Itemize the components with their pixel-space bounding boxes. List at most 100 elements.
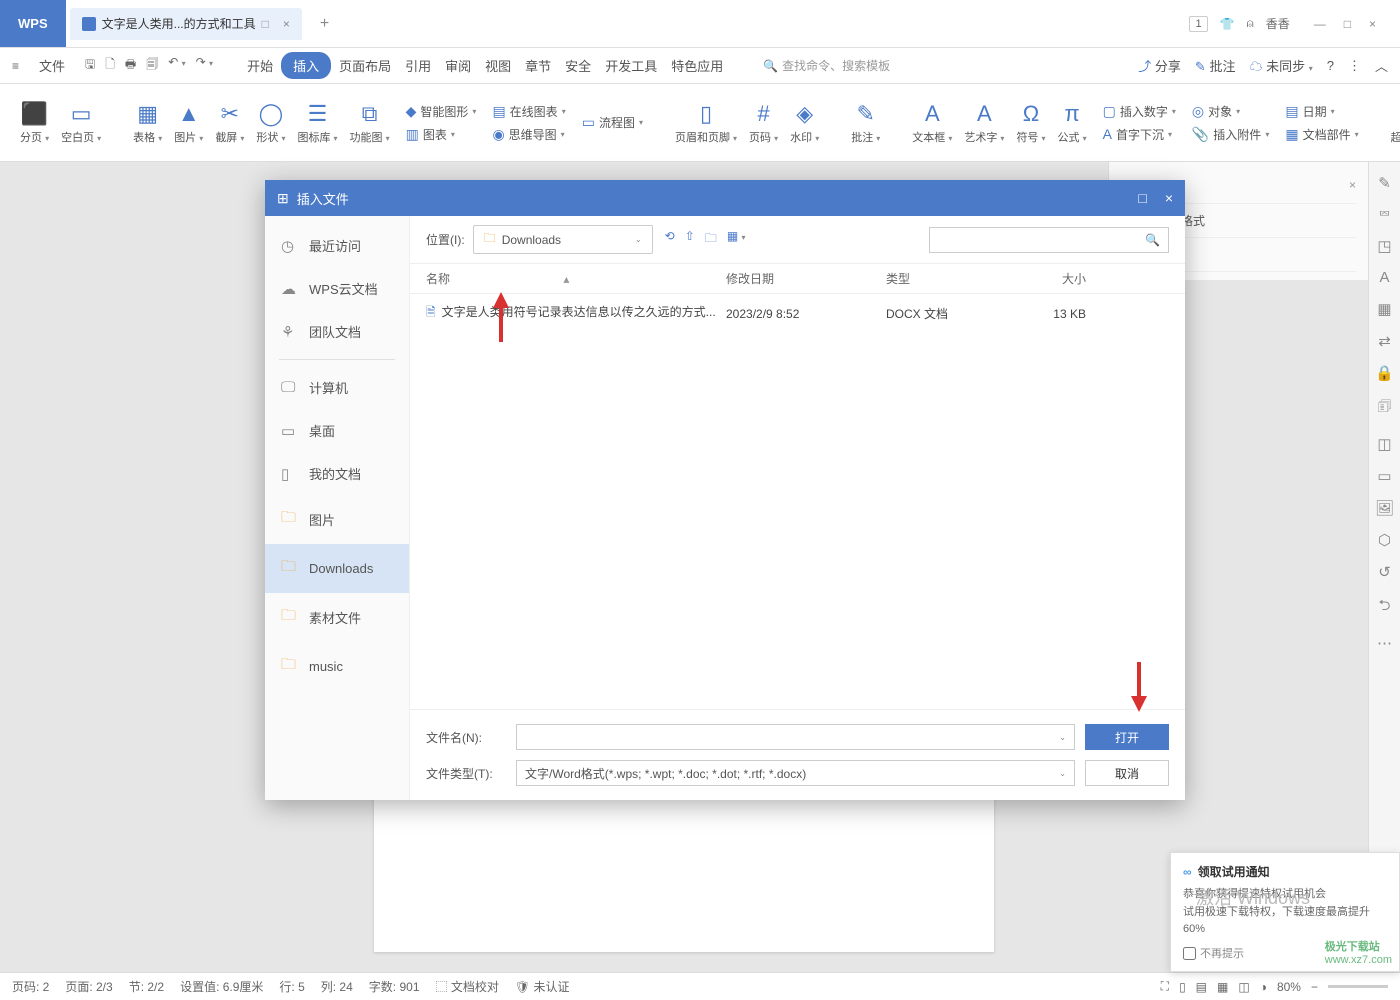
menu-file[interactable]: 文件 (33, 52, 71, 79)
menu-插入[interactable]: 插入 (281, 52, 331, 79)
maximize-button[interactable]: □ (1344, 17, 1351, 31)
back-icon[interactable]: ⟲ (665, 229, 675, 250)
up-icon[interactable]: ⇧ (685, 229, 695, 250)
view-web-icon[interactable]: ▦ (1217, 980, 1228, 994)
ribbon-艺术字[interactable]: A艺术字 ▾ (958, 101, 1010, 145)
ribbon-水印[interactable]: ◈水印 ▾ (784, 101, 825, 145)
sidebar-item-团队文档[interactable]: ⚘团队文档 (265, 310, 409, 353)
menu-引用[interactable]: 引用 (399, 52, 437, 79)
zoom-out-icon[interactable]: − (1311, 980, 1318, 994)
comment-button[interactable]: ✎ 批注 (1195, 56, 1236, 75)
cut-icon[interactable]: 🗐 (146, 55, 158, 76)
ribbon-流程图[interactable]: ▭流程图 ▾ (582, 114, 643, 131)
ribbon-对象[interactable]: ◎对象 ▾ (1192, 103, 1269, 120)
ribbon-图表[interactable]: ▥图表 ▾ (406, 126, 477, 143)
status-pageno[interactable]: 页码: 2 (12, 978, 49, 995)
rail-icon[interactable]: 🔒 (1375, 364, 1394, 382)
ribbon-表格[interactable]: ▦表格 ▾ (127, 101, 168, 145)
ribbon-批注[interactable]: ✎批注 ▾ (845, 101, 886, 145)
undo-icon[interactable]: ↶ ▾ (168, 55, 185, 76)
sidebar-item-WPS云文档[interactable]: ☁WPS云文档 (265, 267, 409, 310)
sidebar-item-计算机[interactable]: 🖵计算机 (265, 366, 409, 409)
filename-input[interactable]: ⌄ (516, 724, 1075, 750)
print-preview-icon[interactable]: 🗋 (105, 55, 115, 76)
open-button[interactable]: 打开 (1085, 724, 1169, 750)
sidebar-item-素材文件[interactable]: 🗀素材文件 (265, 593, 409, 642)
status-section[interactable]: 节: 2/2 (129, 978, 164, 995)
view-fullscreen-icon[interactable]: ⛶ (1161, 979, 1169, 994)
sidebar-item-最近访问[interactable]: ◷最近访问 (265, 224, 409, 267)
user-name[interactable]: 香香 (1266, 15, 1290, 32)
ribbon-插入数字[interactable]: ▢插入数字 ▾ (1103, 103, 1176, 120)
document-tab[interactable]: 文字是人类用...的方式和工具 □ × (70, 8, 302, 40)
menu-特色应用[interactable]: 特色应用 (665, 52, 729, 79)
redo-icon[interactable]: ↷ ▾ (196, 55, 213, 76)
dialog-maximize-icon[interactable]: □ (1138, 190, 1146, 206)
filetype-combo[interactable]: 文字/Word格式(*.wps; *.wpt; *.doc; *.dot; *.… (516, 760, 1075, 786)
header-size[interactable]: 大小 (1016, 270, 1086, 287)
new-folder-icon[interactable]: 🗀 (705, 229, 717, 250)
panel-close-icon[interactable]: × (1349, 178, 1356, 192)
minimize-button[interactable]: — (1314, 17, 1326, 31)
share-button[interactable]: ⤴ 分享 (1138, 56, 1181, 75)
location-combo[interactable]: 🗀 Downloads ⌄ (473, 225, 653, 254)
zoom-level[interactable]: 80% (1277, 980, 1301, 994)
rail-icon[interactable]: 🖼 (1375, 499, 1394, 517)
rail-icon[interactable]: ▭ (1377, 467, 1391, 485)
save-icon[interactable]: 🖫 (85, 55, 95, 76)
dialog-search-input[interactable]: 🔍 (929, 227, 1169, 253)
sidebar-item-桌面[interactable]: ▭桌面 (265, 409, 409, 452)
print-icon[interactable]: 🖶 (125, 55, 136, 76)
rail-icon[interactable]: ◫ (1377, 435, 1391, 453)
wps-logo[interactable]: WPS (0, 0, 66, 47)
rail-icon[interactable]: ▦ (1377, 300, 1391, 318)
ribbon-在线图表[interactable]: ▤在线图表 ▾ (492, 103, 565, 120)
view-outline-icon[interactable]: ◫ (1238, 980, 1249, 994)
more-icon[interactable]: ⋮ (1348, 58, 1361, 74)
rail-icon[interactable]: ◳ (1377, 237, 1391, 255)
rail-icon[interactable]: ⮌ (1378, 595, 1390, 620)
collapse-ribbon-icon[interactable]: ︿ (1375, 56, 1388, 75)
ribbon-插入附件[interactable]: 📎插入附件 ▾ (1192, 126, 1269, 143)
status-auth[interactable]: 🛡 未认证 (515, 978, 570, 995)
sidebar-item-music[interactable]: 🗀music (265, 642, 409, 691)
rail-icon[interactable]: ⇄ (1378, 332, 1391, 350)
rail-icon[interactable]: ⋯ (1377, 634, 1392, 652)
zoom-slider[interactable] (1328, 985, 1388, 988)
ribbon-思维导图[interactable]: ◉思维导图 ▾ (492, 126, 565, 143)
ribbon-空白页[interactable]: ▭空白页 ▾ (55, 101, 107, 145)
rail-icon[interactable]: ✎ (1378, 174, 1391, 192)
status-proof[interactable]: ⬚ 文档校对 (436, 978, 499, 995)
rail-icon[interactable]: ⮹ (1378, 206, 1390, 223)
view-mode-icon[interactable]: ◑ (1260, 980, 1267, 994)
ribbon-hyperlink[interactable]: ∞ 超链接 (1385, 101, 1400, 145)
sidebar-item-Downloads[interactable]: 🗀Downloads (265, 544, 409, 593)
menu-安全[interactable]: 安全 (559, 52, 597, 79)
menu-页面布局[interactable]: 页面布局 (333, 52, 397, 79)
file-row[interactable]: 🗎文字是人类用符号记录表达信息以传之久远的方式...2023/2/9 8:52D… (426, 298, 1169, 329)
rail-icon[interactable]: ⬡ (1378, 531, 1391, 549)
ribbon-截屏[interactable]: ✂截屏 ▾ (209, 101, 250, 145)
ribbon-日期[interactable]: ▤日期 ▾ (1285, 103, 1358, 120)
ribbon-文档部件[interactable]: ▦文档部件 ▾ (1285, 126, 1358, 143)
menu-视图[interactable]: 视图 (479, 52, 517, 79)
ribbon-公式[interactable]: π公式 ▾ (1052, 101, 1093, 145)
header-name[interactable]: 名称 ▴ (426, 270, 726, 287)
view-print-icon[interactable]: ▯ (1179, 980, 1186, 994)
dialog-close-icon[interactable]: × (1165, 190, 1173, 206)
command-search[interactable]: 🔍 查找命令、搜索模板 (763, 57, 890, 74)
ribbon-图片[interactable]: ▲图片 ▾ (168, 101, 209, 145)
sync-button[interactable]: ☁ 未同步 ▾ (1249, 56, 1312, 75)
ribbon-图标库[interactable]: ☰图标库 ▾ (291, 101, 343, 145)
tab-close-icon[interactable]: × (283, 17, 290, 31)
view-icon[interactable]: ▦ ▾ (727, 229, 746, 250)
ribbon-形状[interactable]: ◯形状 ▾ (250, 101, 291, 145)
menu-审阅[interactable]: 审阅 (439, 52, 477, 79)
close-button[interactable]: × (1369, 17, 1376, 31)
ribbon-分页[interactable]: ⬛分页 ▾ (14, 101, 55, 145)
status-words[interactable]: 字数: 901 (369, 978, 420, 995)
view-read-icon[interactable]: ▤ (1196, 980, 1207, 994)
ribbon-符号[interactable]: Ω符号 ▾ (1010, 101, 1051, 145)
ribbon-智能图形[interactable]: ◆智能图形 ▾ (406, 103, 477, 120)
dont-show-checkbox[interactable] (1183, 947, 1196, 960)
